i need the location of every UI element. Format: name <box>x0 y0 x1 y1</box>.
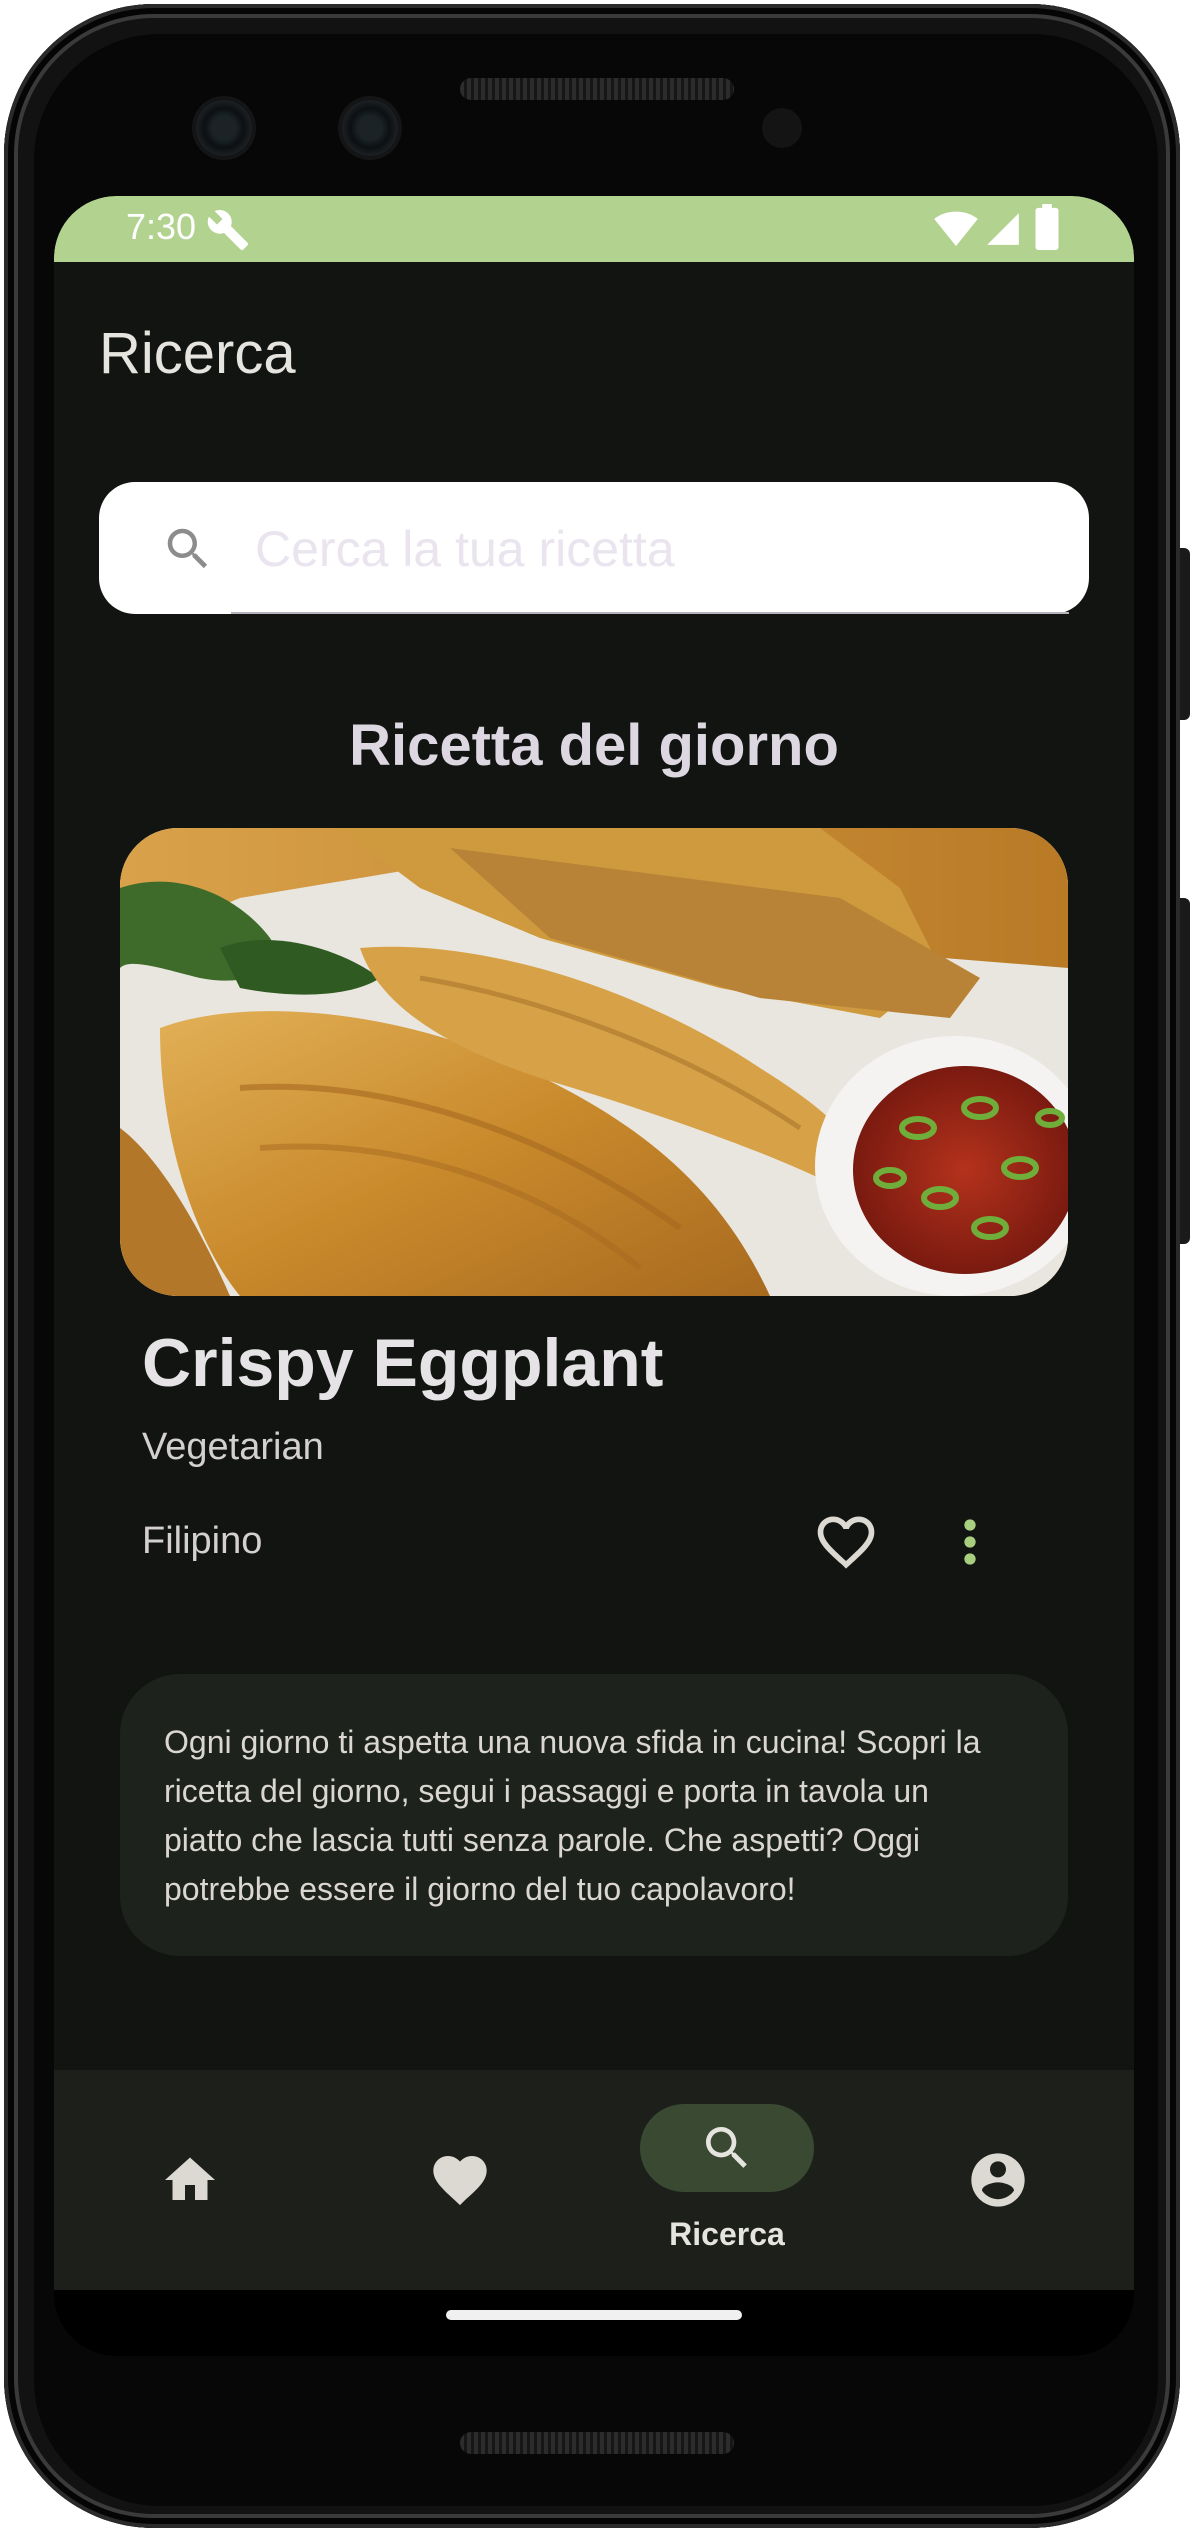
search-input[interactable] <box>253 508 1057 590</box>
nav-item-profile[interactable] <box>934 2070 1104 2290</box>
section-title: Ricetta del giorno <box>349 713 839 778</box>
nav-selected-indicator <box>640 2104 814 2192</box>
home-indicator[interactable] <box>446 2310 742 2320</box>
app-screen: 7:30 Ricerca Ricetta del giorno <box>54 196 1134 2356</box>
info-card: Ogni giorno ti aspetta una nuova sfida i… <box>120 1674 1068 1956</box>
proximity-sensor <box>762 108 802 148</box>
front-camera-right <box>342 100 398 156</box>
nav-label-search[interactable]: Ricerca <box>640 2216 814 2253</box>
recipe-image[interactable] <box>120 828 1068 1296</box>
recipe-photo-illustration <box>120 828 1068 1296</box>
search-icon <box>161 522 215 580</box>
recipe-category: Vegetarian <box>142 1426 324 1468</box>
bottom-navigation: Ricerca <box>54 2070 1134 2290</box>
search-underline <box>231 612 1069 614</box>
page-title: Ricerca <box>99 321 296 386</box>
front-camera-left <box>196 100 252 156</box>
recipe-name[interactable]: Crispy Eggplant <box>142 1324 663 1402</box>
info-card-text: Ogni giorno ti aspetta una nuova sfida i… <box>164 1724 981 1907</box>
status-time: 7:30 <box>126 206 197 247</box>
nav-item-favorites[interactable] <box>384 2070 554 2290</box>
bottom-speaker <box>460 2432 734 2454</box>
wrench-icon <box>206 208 250 256</box>
home-icon <box>165 2157 215 2200</box>
heart-icon <box>433 2156 487 2206</box>
cellular-signal-icon <box>984 210 1022 252</box>
more-vert-icon <box>964 1519 976 1565</box>
favorite-button[interactable] <box>812 1508 880 1576</box>
top-speaker <box>460 78 734 100</box>
battery-icon <box>1034 204 1060 254</box>
heart-outline-icon <box>817 1516 875 1569</box>
more-options-button[interactable] <box>950 1508 990 1576</box>
search-field[interactable] <box>99 482 1089 614</box>
gesture-navigation-area <box>54 2290 1134 2356</box>
nav-item-home[interactable] <box>114 2070 284 2290</box>
recipe-area: Filipino <box>142 1520 263 1562</box>
wifi-icon <box>934 208 978 252</box>
account-circle-icon <box>971 2153 1025 2207</box>
search-icon <box>706 2127 747 2168</box>
status-bar: 7:30 <box>54 196 1134 262</box>
